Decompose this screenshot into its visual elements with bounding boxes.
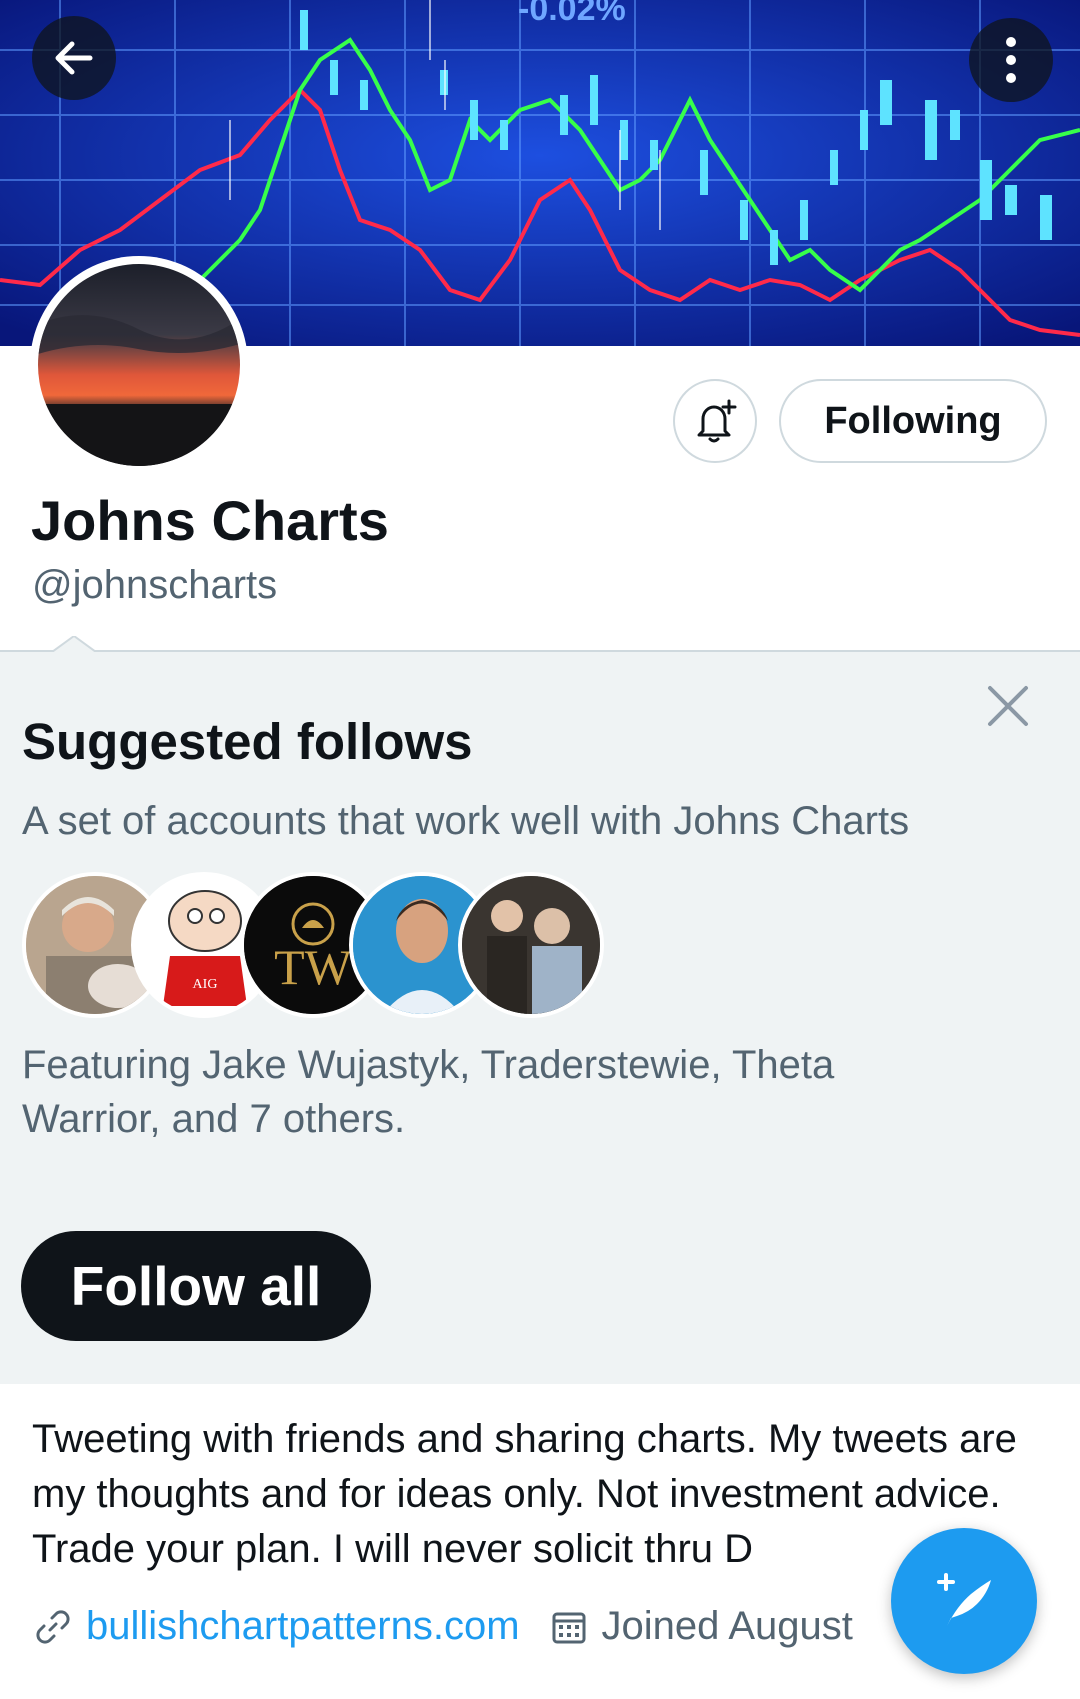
arrow-left-icon	[55, 41, 93, 75]
avatar-sunset-image	[38, 264, 240, 466]
profile-display-name: Johns Charts	[31, 489, 389, 552]
profile-handle: @johnscharts	[32, 563, 278, 607]
more-options-button[interactable]	[969, 18, 1053, 102]
suggested-featuring-text: Featuring Jake Wujastyk, Traderstewie, T…	[22, 1043, 835, 1141]
profile-website-link[interactable]: bullishchartpatterns.com	[86, 1604, 520, 1649]
banner-percent-text: -0.02%	[518, 0, 626, 28]
suggested-follows-title: Suggested follows	[22, 713, 473, 770]
dismiss-suggestions-button[interactable]	[978, 676, 1038, 736]
calendar-icon	[552, 1612, 586, 1643]
profile-joined-date: Joined August	[601, 1604, 853, 1648]
panel-caret	[52, 636, 96, 652]
back-button[interactable]	[32, 16, 116, 100]
close-icon	[988, 686, 1028, 726]
suggested-avatar-5[interactable]	[458, 872, 604, 1018]
notifications-button[interactable]	[673, 379, 757, 463]
more-vertical-icon	[1006, 37, 1016, 83]
link-icon	[36, 1609, 70, 1644]
avatar-3-label: TW	[274, 939, 353, 995]
profile-meta-row: bullishchartpatterns.com Joined August	[34, 1604, 853, 1649]
compose-tweet-icon	[937, 1573, 991, 1626]
profile-bio: Tweeting with friends and sharing charts…	[32, 1417, 1017, 1571]
following-button[interactable]: Following	[779, 379, 1047, 463]
avatar-2-label: AIG	[193, 977, 218, 992]
people-photo-image	[462, 876, 600, 1014]
follow-all-button[interactable]: Follow all	[21, 1231, 371, 1341]
profile-avatar[interactable]	[30, 256, 248, 474]
bell-plus-icon	[697, 399, 737, 443]
suggested-follows-subtitle: A set of accounts that work well with Jo…	[22, 799, 910, 843]
compose-tweet-button[interactable]	[891, 1528, 1037, 1674]
